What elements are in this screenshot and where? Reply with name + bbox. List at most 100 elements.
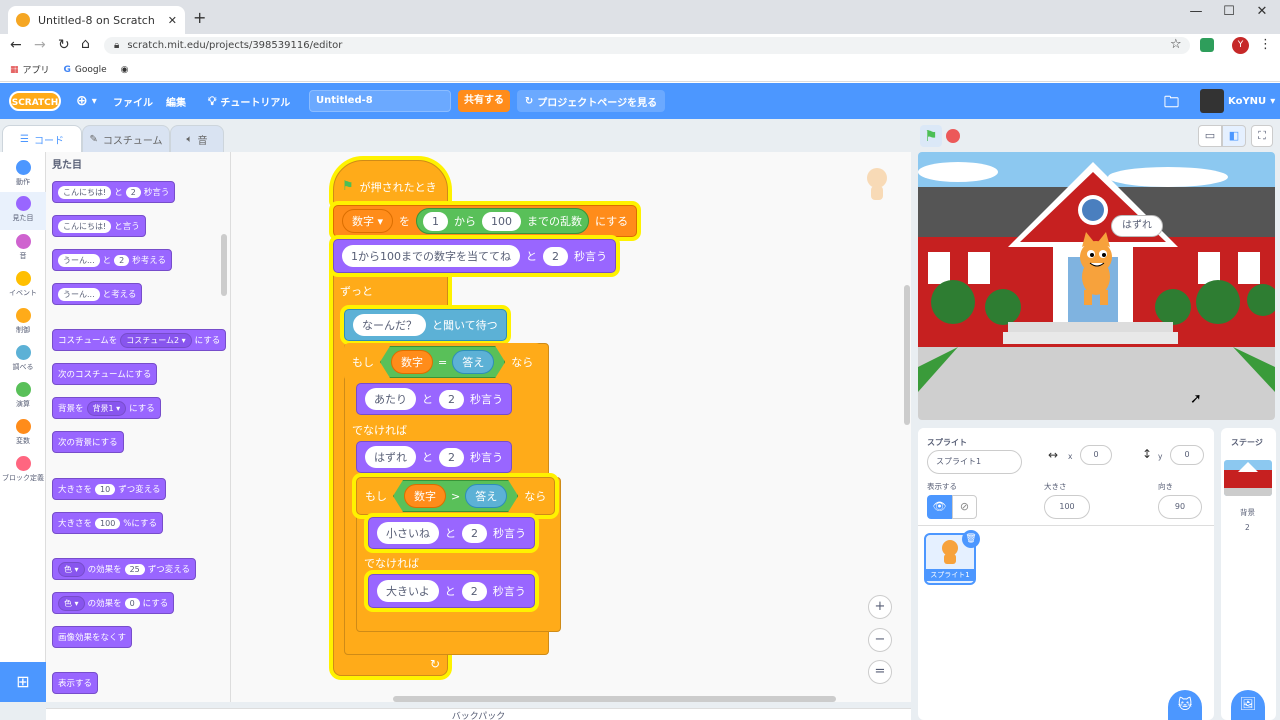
- category-variables[interactable]: 変数: [0, 415, 46, 453]
- block-input[interactable]: 2: [462, 523, 487, 543]
- block-input[interactable]: 2: [439, 389, 464, 409]
- category-sensing[interactable]: 調べる: [0, 341, 46, 379]
- palette-scrollbar[interactable]: [221, 234, 227, 296]
- category-operators[interactable]: 演算: [0, 378, 46, 416]
- switch-costume-block[interactable]: コスチュームを コスチューム2 ▾ にする: [52, 329, 227, 351]
- when-flag-clicked-block[interactable]: ⚑ が押されたとき: [333, 160, 448, 205]
- variable-dropdown[interactable]: 数字 ▾: [342, 209, 394, 233]
- block-input[interactable]: 2: [543, 246, 568, 266]
- tab-costumes[interactable]: ✎ コスチューム: [82, 125, 170, 153]
- equals-operator-block[interactable]: 数字 = 答え: [380, 346, 506, 378]
- zoom-in-button[interactable]: +: [868, 595, 892, 619]
- say-miss-block[interactable]: はずれと 2 秒言う: [356, 441, 512, 473]
- stop-button[interactable]: [946, 129, 960, 143]
- category-looks[interactable]: 見た目: [0, 192, 46, 230]
- block-input[interactable]: 2: [461, 581, 487, 601]
- answer-reporter[interactable]: 答え: [452, 350, 495, 374]
- forward-icon[interactable]: →: [34, 37, 46, 53]
- block-input[interactable]: はずれ: [365, 446, 416, 468]
- hide-button[interactable]: ⊘: [952, 495, 977, 519]
- small-stage-icon[interactable]: ▭: [1198, 125, 1222, 147]
- share-button[interactable]: 共有する: [458, 90, 510, 112]
- show-block[interactable]: 表示する: [52, 672, 99, 694]
- effect-dropdown[interactable]: 色 ▾: [58, 561, 85, 577]
- block-input[interactable]: あたり: [365, 388, 416, 410]
- clear-effects-block[interactable]: 画像効果をなくす: [52, 626, 133, 648]
- block-input[interactable]: 2: [125, 186, 141, 198]
- answer-reporter[interactable]: 答え: [465, 484, 508, 508]
- bookmark-google[interactable]: Google: [75, 65, 107, 75]
- say-hit-block[interactable]: あたりと 2 秒言う: [356, 383, 512, 415]
- sprite-name-field[interactable]: スプライト1: [927, 450, 1022, 474]
- block-input[interactable]: こんにちは!: [58, 185, 112, 199]
- random-block[interactable]: 1 から 100 までの乱数: [416, 208, 590, 234]
- language-menu[interactable]: ⊕ ▾: [76, 83, 97, 119]
- stage-canvas[interactable]: はずれ ➚: [918, 152, 1275, 420]
- account-menu[interactable]: KoYNU ▾: [1200, 83, 1275, 119]
- variable-reporter[interactable]: 数字: [391, 350, 433, 374]
- profile-avatar[interactable]: Y: [1232, 37, 1249, 54]
- costume-dropdown[interactable]: コスチューム2 ▾: [120, 332, 192, 348]
- block-input[interactable]: 2: [439, 447, 464, 467]
- close-window-icon[interactable]: ✕: [1250, 4, 1274, 24]
- new-tab-button[interactable]: +: [193, 8, 206, 27]
- think-for-secs-block[interactable]: うーん... と 2 秒考える: [52, 249, 172, 271]
- backdrop-thumbnail[interactable]: [1224, 460, 1272, 496]
- tab-code[interactable]: ☰ コード: [2, 125, 82, 153]
- url-field[interactable]: 🔒︎ scratch.mit.edu/projects/398539116/ed…: [104, 37, 1190, 54]
- effect-dropdown[interactable]: 色 ▾: [58, 595, 85, 611]
- next-costume-block[interactable]: 次のコスチュームにする: [52, 363, 158, 385]
- next-backdrop-block[interactable]: 次の背景にする: [52, 431, 124, 453]
- tutorials-menu[interactable]: 💡︎ チュートリアル: [208, 83, 290, 119]
- say-big-block[interactable]: 大きいよと 2 秒言う: [368, 574, 535, 608]
- file-menu[interactable]: ファイル: [113, 83, 153, 119]
- if-equals-header[interactable]: もし 数字 = 答え なら: [344, 343, 542, 381]
- apps-icon[interactable]: ▦: [10, 65, 19, 75]
- block-input[interactable]: 1から100までの数字を当ててね: [342, 245, 520, 267]
- say-for-secs-block[interactable]: こんにちは! と 2 秒言う: [52, 181, 176, 203]
- extension-icon[interactable]: [1200, 38, 1214, 52]
- reload-icon[interactable]: ↻: [58, 37, 70, 53]
- large-stage-icon[interactable]: ◧: [1222, 125, 1246, 147]
- project-title-input[interactable]: Untitled-8: [309, 90, 451, 112]
- add-backdrop-button[interactable]: 🖼︎: [1231, 690, 1265, 720]
- category-sound[interactable]: 音: [0, 230, 46, 268]
- tab-sounds[interactable]: 🔈︎ 音: [170, 125, 224, 153]
- set-effect-block[interactable]: 色 ▾ の効果を 0 にする: [52, 592, 175, 614]
- block-input[interactable]: 100: [95, 517, 121, 529]
- block-input[interactable]: 25: [124, 563, 145, 575]
- greater-operator-block[interactable]: 数字 > 答え: [393, 480, 519, 512]
- delete-sprite-icon[interactable]: 🗑︎: [962, 530, 980, 548]
- block-input[interactable]: こんにちは!: [58, 219, 112, 233]
- category-motion[interactable]: 動作: [0, 156, 46, 194]
- zoom-reset-button[interactable]: =: [868, 660, 892, 684]
- set-variable-block[interactable]: 数字 ▾ を 1 から 100 までの乱数 にする: [333, 205, 638, 237]
- block-input[interactable]: うーん...: [58, 253, 100, 267]
- back-icon[interactable]: ←: [10, 37, 22, 53]
- say-small-block[interactable]: 小さいねと 2 秒言う: [368, 517, 535, 549]
- minimize-icon[interactable]: —: [1184, 4, 1208, 24]
- set-size-block[interactable]: 大きさを 100 %にする: [52, 512, 163, 534]
- block-input[interactable]: 小さいね: [377, 522, 439, 544]
- if-greater-header[interactable]: もし 数字 > 答え なら: [356, 477, 556, 515]
- my-stuff-folder-icon[interactable]: 🗀︎: [1164, 92, 1179, 117]
- globe-bookmark-icon[interactable]: ◉: [121, 65, 129, 75]
- block-input[interactable]: 0: [124, 597, 140, 609]
- edit-menu[interactable]: 編集: [166, 83, 186, 119]
- star-icon[interactable]: ☆: [1170, 37, 1182, 52]
- block-input[interactable]: 10: [95, 483, 116, 495]
- change-size-block[interactable]: 大きさを 10 ずつ変える: [52, 478, 167, 500]
- change-effect-block[interactable]: 色 ▾ の効果を 25 ずつ変える: [52, 558, 197, 580]
- think-block[interactable]: うーん... と考える: [52, 283, 143, 305]
- script-hscrollbar[interactable]: [393, 696, 836, 702]
- block-input[interactable]: 100: [482, 211, 522, 231]
- ask-and-wait-block[interactable]: なーんだ？ と聞いて待つ: [344, 309, 507, 341]
- direction-field[interactable]: 90: [1158, 495, 1202, 519]
- block-input[interactable]: 2: [114, 254, 130, 266]
- zoom-out-button[interactable]: −: [868, 628, 892, 652]
- bookmark-apps[interactable]: アプリ: [23, 63, 50, 76]
- browser-menu-icon[interactable]: ⋮: [1259, 37, 1272, 52]
- say-block[interactable]: こんにちは! と言う: [52, 215, 146, 237]
- see-project-page-button[interactable]: ↻ プロジェクトページを見る: [517, 90, 665, 112]
- backdrop-dropdown[interactable]: 背景1 ▾: [86, 400, 127, 416]
